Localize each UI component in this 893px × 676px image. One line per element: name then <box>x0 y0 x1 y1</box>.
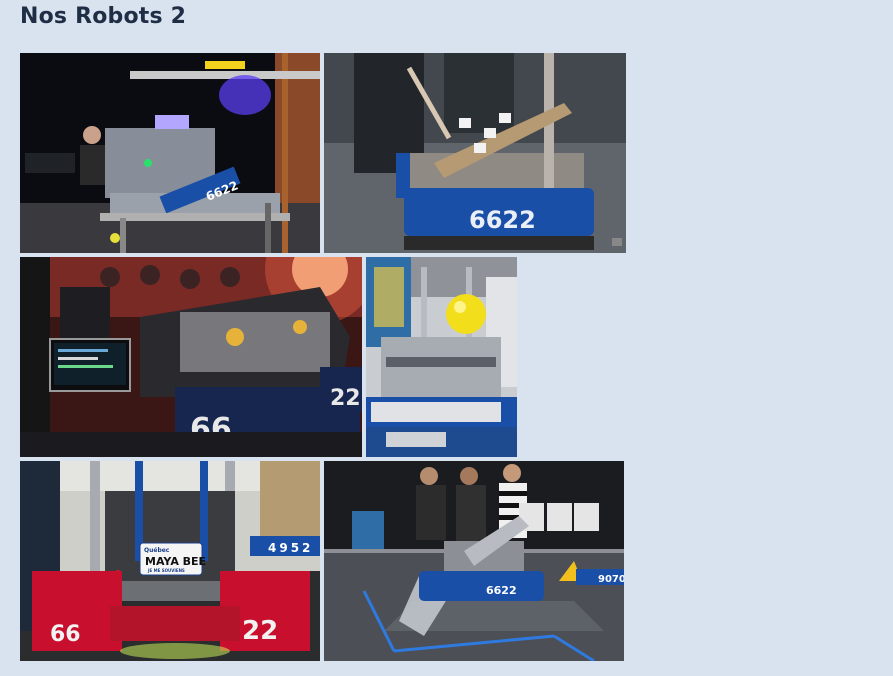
photo5-plate-main: MAYA BEE <box>145 555 206 568</box>
photo-robot-bumper-6622[interactable]: 6622 <box>324 53 626 253</box>
photo6-bumper-text: 6622 <box>486 584 517 597</box>
photo3-bumper-right: 22 <box>330 386 361 411</box>
photo-gallery: 6622 6622 66 22 4952 Québec MAYA BEE JE … <box>0 0 893 676</box>
photo5-field-team: 4952 <box>268 541 313 555</box>
photo2-bumper-text: 6622 <box>469 206 536 234</box>
photo5-bumper-left: 66 <box>50 622 81 647</box>
photo-robot-on-field-referee[interactable]: 9070 6622 <box>324 461 624 661</box>
photo-robot-stage-spotlight[interactable]: 6622 <box>20 53 320 253</box>
photo-robot-pit-yellow-ball[interactable] <box>366 257 517 457</box>
photo6-field-team: 9070 <box>598 574 624 585</box>
photo5-plate-top: Québec <box>144 547 170 554</box>
photo5-bumper-right: 22 <box>242 616 278 646</box>
photo-robot-red-bumper-maya-bee[interactable]: 4952 Québec MAYA BEE JE ME SOUVIENS 66 2… <box>20 461 320 661</box>
photo5-plate-bottom: JE ME SOUVIENS <box>147 568 185 573</box>
photo-robot-crowd-red-lights[interactable]: 66 22 <box>20 257 362 457</box>
